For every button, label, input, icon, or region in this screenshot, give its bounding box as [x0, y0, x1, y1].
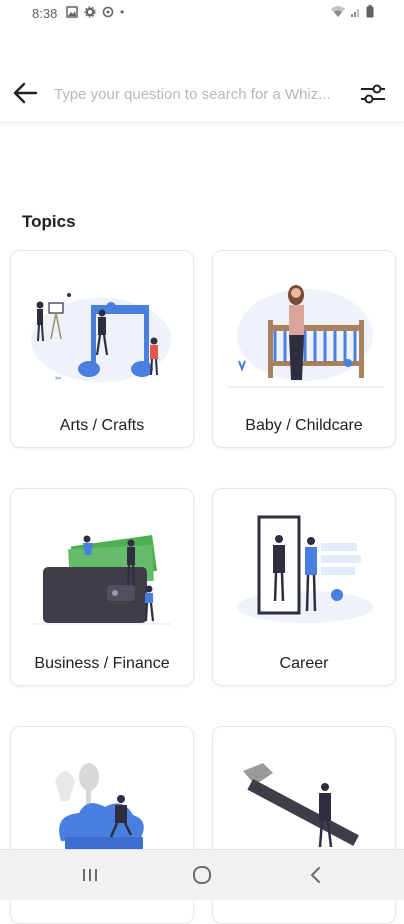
signal-icon — [351, 8, 359, 17]
image-notification-icon — [66, 6, 78, 18]
filter-sliders-icon[interactable] — [359, 80, 387, 108]
back-icon[interactable] — [302, 862, 330, 888]
status-time: 8:38 — [32, 6, 58, 21]
topic-card-baby-childcare[interactable]: Baby / Childcare — [212, 250, 396, 448]
topic-card-arts-crafts[interactable]: ✂ Arts / Crafts — [10, 250, 194, 448]
topic-card-business-finance[interactable]: Business / Finance — [10, 488, 194, 686]
career-illustration — [237, 515, 373, 623]
status-bar: 8:38 • — [0, 0, 404, 28]
status-system-icons — [330, 5, 374, 18]
settings-notification-icon — [84, 6, 96, 18]
back-arrow-icon[interactable] — [10, 78, 40, 108]
battery-icon — [366, 5, 374, 18]
arts-crafts-illustration: ✂ — [31, 293, 171, 383]
topic-card-career[interactable]: Career — [212, 488, 396, 686]
search-input[interactable] — [52, 78, 348, 110]
baby-childcare-illustration — [227, 285, 383, 388]
status-notification-icons: • — [66, 5, 124, 19]
sync-notification-icon — [102, 6, 114, 18]
system-navigation-bar — [0, 849, 404, 900]
topic-label: Business / Finance — [34, 655, 170, 672]
topics-heading: Topics — [22, 212, 76, 231]
wifi-icon — [331, 6, 345, 17]
home-icon[interactable] — [188, 862, 216, 888]
status-dot: • — [120, 5, 125, 19]
topic-label: Baby / Childcare — [245, 417, 363, 434]
business-finance-illustration — [33, 535, 171, 625]
topic-label: Career — [279, 655, 329, 672]
recent-apps-icon[interactable] — [76, 862, 104, 888]
topic-label: Arts / Crafts — [59, 417, 145, 434]
svg-text:✂: ✂ — [55, 374, 62, 383]
search-bar — [0, 62, 404, 123]
